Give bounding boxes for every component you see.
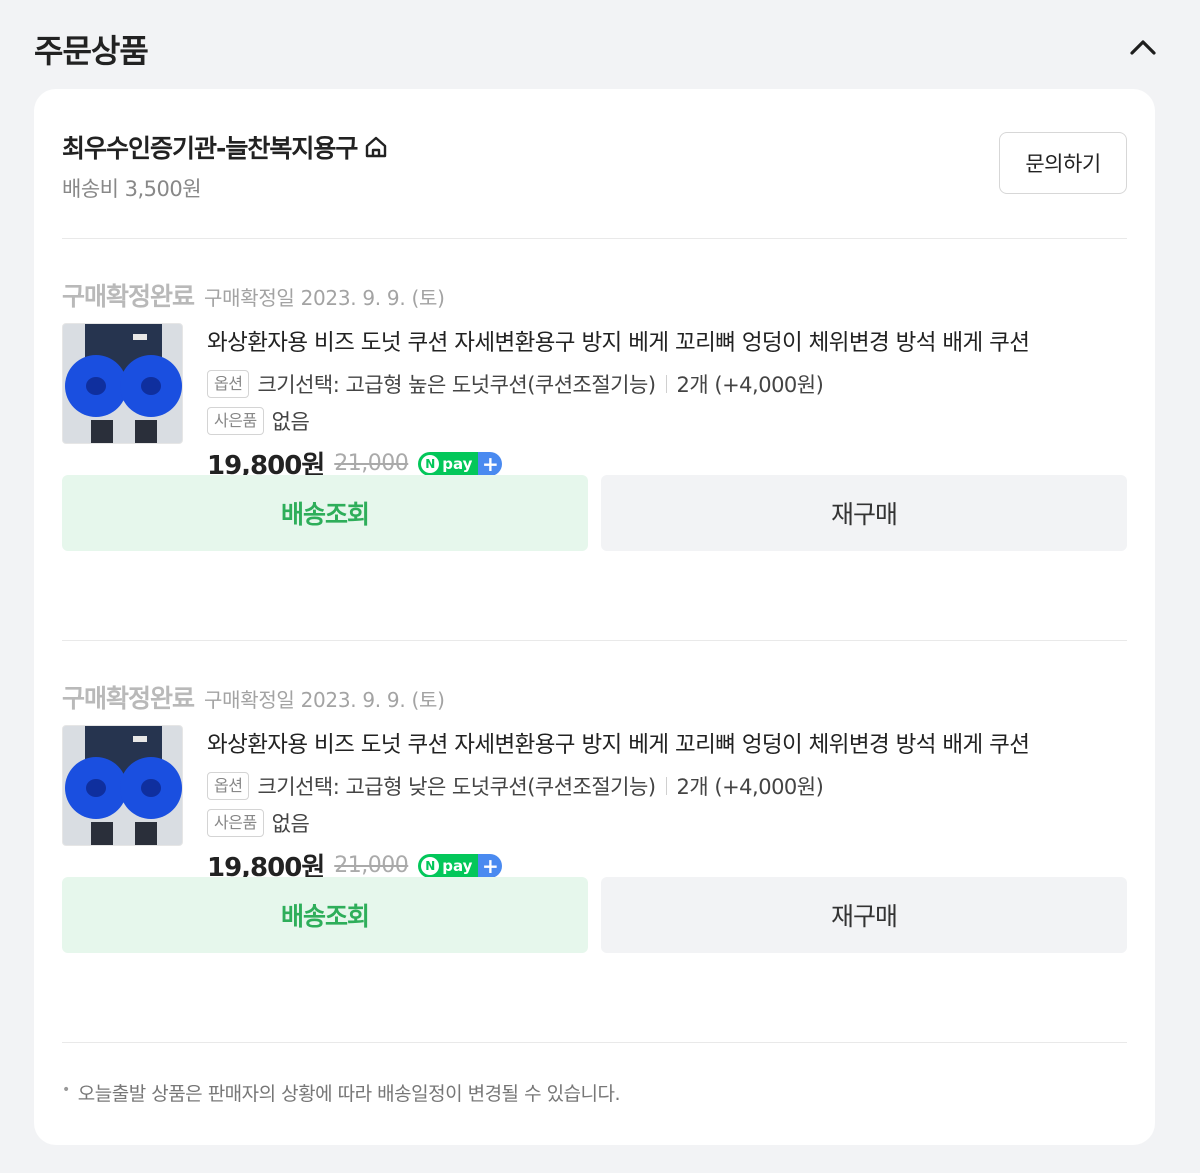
collapse-button[interactable] <box>1122 26 1164 68</box>
option-tag: 옵션 <box>207 772 250 800</box>
product-name[interactable]: 와상환자용 비즈 도넛 쿠션 자세변환용구 방지 베게 꼬리뼈 엉덩이 체위변경… <box>207 727 1127 759</box>
status-line: 구매확정완료 구매확정일 2023. 9. 9. (토) <box>62 679 445 715</box>
seller-header[interactable]: 최우수인증기관-늘찬복지용구 <box>62 129 389 165</box>
delivery-notice: • 오늘출발 상품은 판매자의 상황에 따라 배송일정이 변경될 수 있습니다. <box>62 1079 621 1106</box>
npay-icon: Npay + <box>418 853 503 878</box>
inquiry-button[interactable]: 문의하기 <box>999 132 1127 194</box>
npay-icon: Npay + <box>418 451 503 476</box>
separator <box>665 777 667 795</box>
product-thumbnail[interactable] <box>62 323 183 444</box>
npay-label: pay <box>442 856 473 875</box>
option-text: 크기선택: 고급형 높은 도넛쿠션(쿠션조절기능) <box>257 373 656 397</box>
shipping-fee: 배송비 3,500원 <box>62 177 202 201</box>
order-status: 구매확정완료 <box>62 684 195 713</box>
separator <box>665 375 667 393</box>
order-card: 최우수인증기관-늘찬복지용구 배송비 3,500원 문의하기 구매확정완료 구매… <box>34 89 1155 1145</box>
option-text: 크기선택: 고급형 낮은 도넛쿠션(쿠션조절기능) <box>257 775 656 799</box>
home-icon[interactable] <box>363 134 389 160</box>
gift-text: 없음 <box>271 410 310 434</box>
quantity-text: 2개 (+4,000원) <box>676 373 824 397</box>
track-delivery-button[interactable]: 배송조회 <box>62 475 588 551</box>
track-delivery-button[interactable]: 배송조회 <box>62 877 588 953</box>
status-line: 구매확정완료 구매확정일 2023. 9. 9. (토) <box>62 277 445 313</box>
option-line: 옵션 크기선택: 고급형 높은 도넛쿠션(쿠션조절기능) 2개 (+4,000원… <box>207 369 824 399</box>
rebuy-button[interactable]: 재구매 <box>601 475 1127 551</box>
seller-name[interactable]: 최우수인증기관-늘찬복지용구 <box>62 129 358 165</box>
order-item: 구매확정완료 구매확정일 2023. 9. 9. (토) 와상환자용 비즈 도넛… <box>62 277 1127 567</box>
quantity-text: 2개 (+4,000원) <box>676 775 824 799</box>
gift-line: 사은품 없음 <box>207 808 310 838</box>
bullet-icon: • <box>62 1082 70 1098</box>
divider <box>62 640 1127 641</box>
product-thumbnail[interactable] <box>62 725 183 846</box>
gift-tag: 사은품 <box>207 407 264 435</box>
order-item: 구매확정완료 구매확정일 2023. 9. 9. (토) 와상환자용 비즈 도넛… <box>62 679 1127 969</box>
gift-tag: 사은품 <box>207 809 264 837</box>
product-name[interactable]: 와상환자용 비즈 도넛 쿠션 자세변환용구 방지 베게 꼬리뼈 엉덩이 체위변경… <box>207 325 1127 357</box>
rebuy-button[interactable]: 재구매 <box>601 877 1127 953</box>
option-tag: 옵션 <box>207 370 250 398</box>
npay-label: pay <box>442 454 473 473</box>
gift-text: 없음 <box>271 812 310 836</box>
option-line: 옵션 크기선택: 고급형 낮은 도넛쿠션(쿠션조절기능) 2개 (+4,000원… <box>207 771 824 801</box>
order-status: 구매확정완료 <box>62 282 195 311</box>
original-price: 21,000 <box>334 853 409 878</box>
section-header: 주문상품 <box>0 0 1200 90</box>
gift-line: 사은품 없음 <box>207 406 310 436</box>
original-price: 21,000 <box>334 451 409 476</box>
divider <box>62 238 1127 239</box>
divider <box>62 1042 1127 1043</box>
chevron-up-icon <box>1130 40 1156 55</box>
notice-text: 오늘출발 상품은 판매자의 상황에 따라 배송일정이 변경될 수 있습니다. <box>77 1083 621 1105</box>
confirm-date: 구매확정일 2023. 9. 9. (토) <box>204 286 445 310</box>
confirm-date: 구매확정일 2023. 9. 9. (토) <box>204 688 445 712</box>
section-title: 주문상품 <box>34 32 149 70</box>
